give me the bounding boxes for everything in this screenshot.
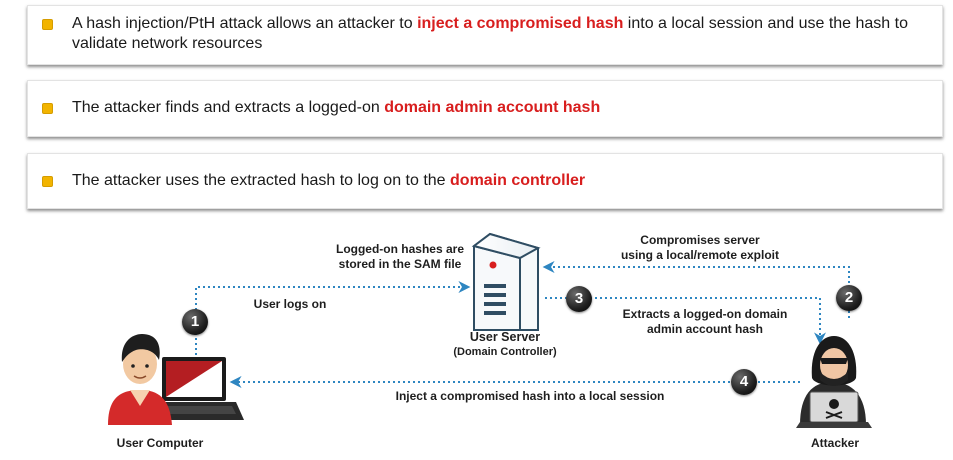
extract-line: admin account hash	[646, 322, 764, 336]
attacker-icon	[796, 336, 872, 428]
extract-line: Extracts a logged-on domain	[622, 307, 788, 321]
step-badge-3: 3	[566, 286, 592, 312]
sam-note-line: stored in the SAM file	[338, 257, 462, 271]
sam-note-line: Logged-on hashes are	[335, 242, 465, 256]
compromise-line: using a local/remote exploit	[620, 248, 780, 262]
user-computer-icon	[108, 334, 244, 425]
step-badge-2: 2	[836, 285, 862, 311]
step-badge-4: 4	[731, 369, 757, 395]
compromise-label: Compromises server using a local/remote …	[600, 233, 800, 263]
user-computer-label: User Computer	[116, 436, 204, 450]
inject-label: Inject a compromised hash into a local s…	[395, 389, 665, 403]
user-logs-on-label: User logs on	[253, 297, 327, 311]
server-icon	[471, 232, 541, 331]
extract-label: Extracts a logged-on domain admin accoun…	[610, 307, 800, 337]
sam-note: Logged-on hashes are stored in the SAM f…	[335, 242, 465, 272]
server-name: User Server	[469, 330, 541, 344]
server-role: (Domain Controller)	[453, 346, 557, 358]
attacker-label: Attacker	[810, 436, 860, 450]
compromise-line: Compromises server	[640, 233, 760, 247]
step-badge-1: 1	[182, 309, 208, 335]
